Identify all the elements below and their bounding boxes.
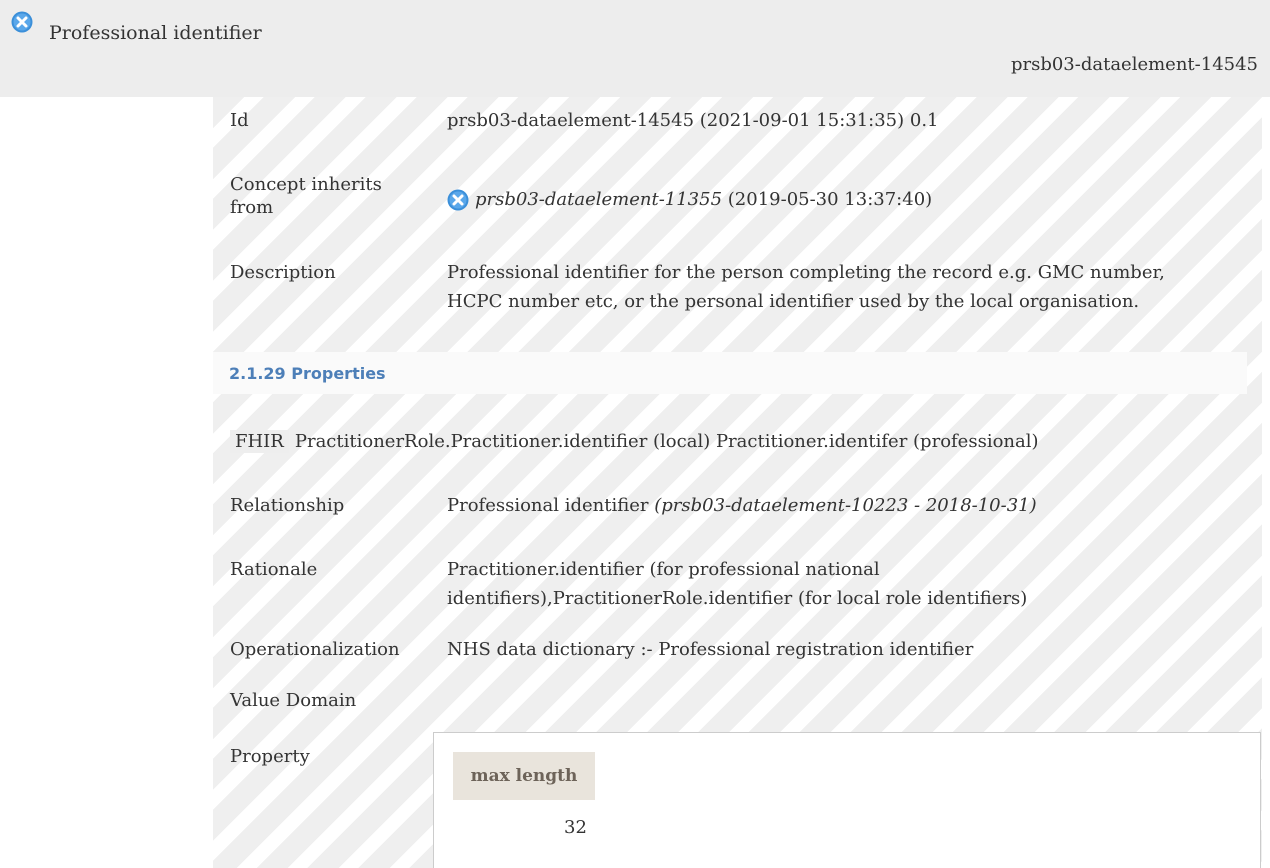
rationale-value: Practitioner.identifier (for professiona… bbox=[447, 559, 1028, 609]
description-value: Professional identifier for the person c… bbox=[447, 262, 1165, 312]
id-value: prsb03-dataelement-14545 (2021-09-01 15:… bbox=[447, 110, 939, 131]
fhir-tag: FHIR bbox=[230, 430, 289, 453]
relationship-value: Professional identifier (prsb03-dataelem… bbox=[447, 495, 1037, 516]
inherits-date: (2019-05-30 13:37:40) bbox=[727, 189, 933, 210]
operationalization-value: NHS data dictionary :- Professional regi… bbox=[447, 639, 974, 660]
properties-section-title: 2.1.29 Properties bbox=[213, 352, 1247, 394]
cancelled-status-icon bbox=[447, 189, 469, 211]
page-header: Professional identifier prsb03-dataeleme… bbox=[0, 0, 1270, 97]
fhir-mapping: FHIR PractitionerRole.Practitioner.identi… bbox=[230, 430, 1039, 453]
inherits-label: Concept inherits from bbox=[230, 174, 382, 218]
fhir-mapping-text: PractitionerRole.Practitioner.identifier… bbox=[294, 431, 1039, 452]
property-table: max length 32 bbox=[433, 732, 1261, 868]
cancelled-status-icon bbox=[11, 11, 33, 33]
description-label: Description bbox=[230, 262, 336, 283]
element-id: prsb03-dataelement-14545 bbox=[1010, 54, 1258, 75]
value-domain-label: Value Domain bbox=[230, 690, 357, 711]
operationalization-label: Operationalization bbox=[230, 639, 400, 660]
max-length-header: max length bbox=[453, 752, 595, 800]
rationale-label: Rationale bbox=[230, 559, 318, 580]
inherits-value: prsb03-dataelement-11355 (2019-05-30 13:… bbox=[447, 188, 932, 211]
relationship-ref: (prsb03-dataelement-10223 - 2018-10-31) bbox=[654, 495, 1037, 516]
id-label: Id bbox=[230, 110, 249, 131]
concept-details-panel: Id prsb03-dataelement-14545 (2021-09-01 … bbox=[213, 97, 1262, 868]
page-title: Professional identifier bbox=[49, 22, 262, 44]
inherits-ref-link[interactable]: prsb03-dataelement-11355 bbox=[475, 189, 722, 210]
max-length-value: 32 bbox=[564, 817, 587, 838]
relationship-label: Relationship bbox=[230, 495, 345, 516]
property-label: Property bbox=[230, 746, 310, 767]
